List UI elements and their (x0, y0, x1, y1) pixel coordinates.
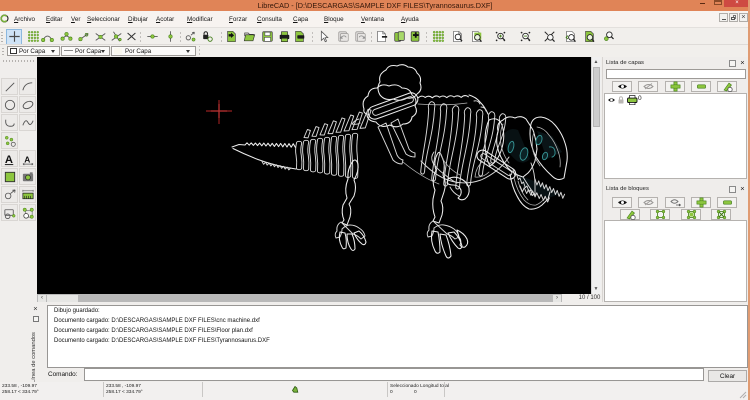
svg-text:A: A (24, 154, 30, 164)
